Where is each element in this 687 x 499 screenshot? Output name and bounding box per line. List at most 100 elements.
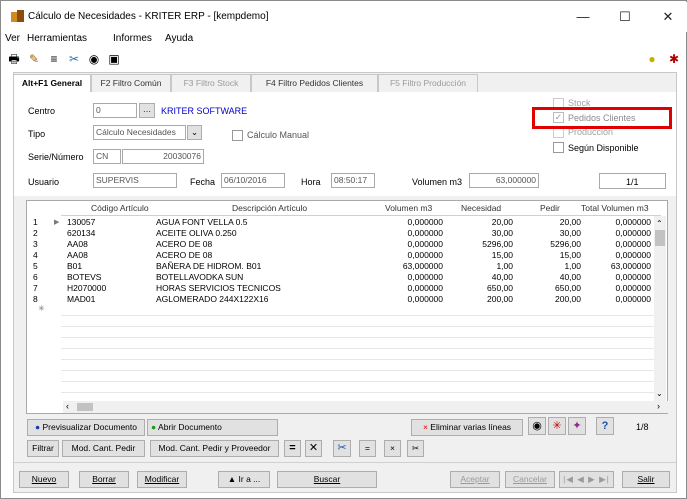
tab-filtro-produccion[interactable]: F5 Filtro Producción [378, 74, 478, 92]
scroll-left-icon[interactable]: ‹ [66, 401, 69, 411]
equals-small-button[interactable]: = [359, 440, 376, 457]
print-icon[interactable]: 🖶 [6, 51, 22, 67]
table-row[interactable]: 2 620134 ACEITE OLIVA 0.250 0,000000 30,00 30… [27, 228, 657, 239]
previsualizar-button[interactable]: ● Previsualizar Documento [27, 419, 145, 436]
segun-checkbox[interactable] [553, 142, 564, 153]
col-header-volumen[interactable]: Volumen m3 [385, 201, 432, 215]
volumen-cell: 0,000000 [407, 239, 443, 249]
tab-filtro-comun[interactable]: F2 Filtro Común [91, 74, 171, 92]
borrar-button[interactable]: Borrar [79, 471, 129, 488]
tab-filtro-pedidos[interactable]: F4 Filtro Pedidos Clientes [251, 74, 378, 92]
menu-ayuda[interactable]: Ayuda [165, 33, 193, 44]
col-header-necesidad[interactable]: Necesidad [461, 201, 501, 215]
lightbulb-icon[interactable]: ● [644, 51, 660, 67]
help-question-icon[interactable]: ? [596, 417, 614, 435]
serie-field[interactable]: CN [93, 149, 121, 164]
menu-bar: Ver Herramientas Informes Ayuda [2, 32, 687, 47]
grid-horizontal-scrollbar[interactable]: ‹ › [63, 401, 668, 413]
numero-field[interactable]: 20030076 [122, 149, 204, 164]
fecha-field[interactable]: 06/10/2016 [221, 173, 285, 188]
scroll-right-icon[interactable]: › [657, 401, 660, 411]
col-header-total-volumen[interactable]: Total Volumen m3 [581, 201, 656, 215]
table-row[interactable]: 4 AA08 ACERO DE 08 0,000000 15,00 15,00 0,0000… [27, 250, 657, 261]
times-small-button[interactable]: × [384, 440, 401, 457]
centro-lookup-button[interactable]: … [139, 103, 155, 118]
abrir-button[interactable]: ● Abrir Documento [147, 419, 278, 436]
modificar-button[interactable]: Modificar [137, 471, 187, 488]
usuario-field[interactable]: SUPERVIS [93, 173, 177, 188]
menu-ver[interactable]: Ver [5, 33, 20, 44]
view-icon[interactable]: ◉ [528, 417, 546, 435]
col-header-codigo[interactable]: Código Artículo [91, 201, 149, 215]
pedir-cell: 15,00 [559, 250, 581, 260]
row-number: 4 [33, 250, 38, 260]
table-row[interactable]: 6 BOTEVS BOTELLAVODKA SUN 0,000000 40,00 40,0… [27, 272, 657, 283]
grid-vertical-scrollbar[interactable]: ⌃ ⌄ [654, 216, 666, 401]
minimize-button[interactable]: — [568, 6, 598, 28]
table-row[interactable]: 1 130057 AGUA FONT VELLA 0.5 0,000000 20,00 2… [27, 217, 657, 228]
previsualizar-label: Previsualizar Documento [42, 422, 137, 432]
tipo-dropdown-icon[interactable]: ⌄ [187, 125, 202, 140]
codigo-cell: MAD01 [67, 294, 96, 304]
col-header-descripcion[interactable]: Descripción Artículo [232, 201, 307, 215]
mod-cant-pedir-button[interactable]: Mod. Cant. Pedir [62, 440, 145, 457]
scroll-down-icon[interactable]: ⌄ [656, 389, 663, 398]
table-row[interactable]: 5 B01 BAÑERA DE HIDROM. B01 63,000000 1,00 1,… [27, 261, 657, 272]
necesidad-cell: 15,00 [491, 250, 513, 260]
close-button[interactable]: ✕ [653, 6, 683, 28]
x-button[interactable]: ✕ [305, 440, 322, 457]
volumen-field[interactable]: 63,000000 [469, 173, 539, 188]
table-row[interactable]: 7 H2070000 HORAS SERVICIOS TECNICOS 0,00000… [27, 283, 657, 294]
hscroll-thumb[interactable] [77, 403, 93, 411]
pencil-icon[interactable]: ✎ [26, 51, 42, 67]
segun-label: Según Disponible [568, 143, 639, 153]
cancelar-button[interactable]: Cancelar [505, 471, 555, 488]
filter-icon[interactable]: ≡ [46, 51, 62, 67]
maximize-button[interactable]: ☐ [610, 6, 640, 28]
tipo-select[interactable]: Cálculo Necesidades [93, 125, 186, 140]
table-row[interactable]: 3 AA08 ACERO DE 08 0,000000 5296,00 5296,00 0,… [27, 239, 657, 250]
total-volumen-cell: 0,000000 [615, 272, 651, 282]
col-header-pedir[interactable]: Pedir [540, 201, 560, 215]
table-row[interactable]: 8 MAD01 AGLOMERADO 244X122X16 0,000000 200,0… [27, 294, 657, 305]
centro-name: KRITER SOFTWARE [161, 106, 248, 116]
calculo-manual-checkbox[interactable] [232, 130, 243, 141]
codigo-cell: H2070000 [67, 283, 107, 293]
help-icon[interactable]: ✱ [666, 51, 682, 67]
nuevo-button[interactable]: Nuevo [19, 471, 69, 488]
centro-field[interactable]: 0 [93, 103, 137, 118]
scissors-button[interactable]: ✂ [333, 440, 351, 457]
printer2-icon[interactable]: ▣ [106, 51, 122, 67]
hora-field[interactable]: 08:50:17 [331, 173, 375, 188]
scissors-small-button[interactable]: ✂ [407, 440, 424, 457]
scroll-up-icon[interactable]: ⌃ [656, 219, 663, 228]
navigation-arrows-icon[interactable]: |◀ ◀ ▶ ▶| [559, 471, 614, 488]
grid-line [61, 337, 657, 338]
globe-icon[interactable]: ◉ [86, 51, 102, 67]
row-number: 5 [33, 261, 38, 271]
grid-line [61, 359, 657, 360]
descripcion-cell: ACERO DE 08 [156, 239, 213, 249]
bottom-bar-divider [14, 462, 676, 463]
tab-filtro-stock[interactable]: F3 Filtro Stock [171, 74, 251, 92]
ira-button[interactable]: ▲ Ir a ... [218, 471, 270, 488]
menu-informes[interactable]: Informes [113, 33, 152, 44]
necesidad-cell: 20,00 [491, 217, 513, 227]
highlight-box [532, 107, 672, 129]
tool-icon[interactable]: ✂ [66, 51, 82, 67]
salir-button[interactable]: Salir [622, 471, 670, 488]
calculo-manual-label: Cálculo Manual [247, 130, 310, 140]
buscar-button[interactable]: Buscar [277, 471, 377, 488]
aceptar-button[interactable]: Aceptar [450, 471, 500, 488]
tools-icon[interactable]: ✦ [568, 417, 586, 435]
mod-cant-proveedor-button[interactable]: Mod. Cant. Pedir y Proveedor [150, 440, 279, 457]
tab-general[interactable]: Alt+F1 General [13, 74, 91, 92]
serie-label: Serie/Número [28, 152, 84, 162]
scroll-thumb[interactable] [655, 230, 665, 246]
total-volumen-cell: 0,000000 [615, 239, 651, 249]
menu-herramientas[interactable]: Herramientas [27, 33, 87, 44]
filtrar-button[interactable]: Filtrar [27, 440, 59, 457]
asterisk-icon[interactable]: ✳ [548, 417, 566, 435]
eliminar-button[interactable]: × Eliminar varias líneas [411, 419, 523, 436]
equals-button[interactable]: = [284, 440, 301, 457]
